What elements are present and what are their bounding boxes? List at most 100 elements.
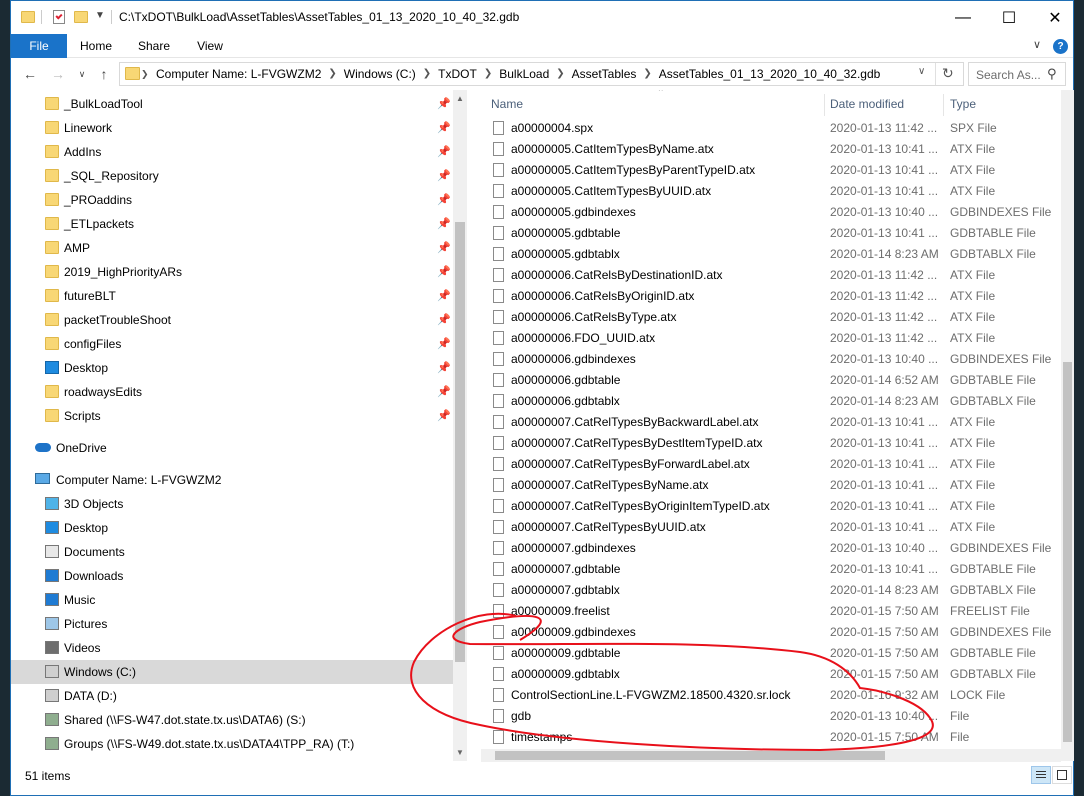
pin-icon[interactable]: 📌 — [437, 212, 451, 236]
breadcrumb-item[interactable]: TxDOT — [438, 63, 477, 85]
quick-access-item[interactable]: Linework 📌 — [11, 116, 453, 140]
quick-access-item[interactable]: futureBLT 📌 — [11, 284, 453, 308]
large-icons-view-icon[interactable] — [1052, 766, 1072, 784]
pin-icon[interactable]: 📌 — [437, 380, 451, 404]
quick-access-item[interactable]: Desktop 📌 — [11, 356, 453, 380]
pin-icon[interactable]: 📌 — [437, 356, 451, 380]
quick-access-item[interactable]: roadwaysEdits 📌 — [11, 380, 453, 404]
scrollbar-thumb[interactable] — [495, 751, 885, 760]
file-row[interactable]: a00000007.gdbindexes 2020-01-13 10:40 ..… — [481, 538, 1059, 559]
nav-this-pc[interactable]: Computer Name: L-FVGWZM2 — [11, 468, 453, 492]
file-row[interactable]: a00000006.CatRelsByType.atx 2020-01-13 1… — [481, 307, 1059, 328]
nav-pc-item[interactable]: Groups (\\FS-W49.dot.state.tx.us\DATA4\T… — [11, 732, 453, 756]
search-input[interactable]: Search As... ⚲ — [968, 62, 1066, 86]
forward-arrow-icon[interactable]: → — [47, 64, 69, 84]
expand-ribbon-icon[interactable]: ∨ — [1033, 38, 1041, 51]
tab-home[interactable]: Home — [73, 34, 119, 58]
quick-access-item[interactable]: Scripts 📌 — [11, 404, 453, 428]
chevron-right-icon[interactable]: ❯ — [484, 63, 492, 85]
file-row[interactable]: a00000007.gdbtable 2020-01-13 10:41 ... … — [481, 559, 1059, 580]
column-divider[interactable] — [824, 94, 825, 116]
file-row[interactable]: a00000006.gdbtable 2020-01-14 6:52 AM GD… — [481, 370, 1059, 391]
file-row[interactable]: gdb 2020-01-13 10:40 ... File — [481, 706, 1059, 727]
quick-access-item[interactable]: packetTroubleShoot 📌 — [11, 308, 453, 332]
file-row[interactable]: a00000007.CatRelTypesByUUID.atx 2020-01-… — [481, 517, 1059, 538]
column-header-type[interactable]: Type — [950, 90, 976, 118]
nav-pc-item[interactable]: Documents — [11, 540, 453, 564]
file-row[interactable]: a00000006.FDO_UUID.atx 2020-01-13 11:42 … — [481, 328, 1059, 349]
breadcrumb-item[interactable]: AssetTables_01_13_2020_10_40_32.gdb — [659, 63, 881, 85]
nav-scrollbar[interactable]: ▲ ▼ — [453, 90, 467, 761]
back-arrow-icon[interactable]: ← — [19, 64, 41, 84]
nav-pc-item[interactable]: 3D Objects — [11, 492, 453, 516]
nav-pc-item[interactable]: Downloads — [11, 564, 453, 588]
file-list-scrollbar[interactable] — [1061, 90, 1074, 761]
pin-icon[interactable]: 📌 — [437, 92, 451, 116]
file-row[interactable]: a00000007.CatRelTypesByOriginItemTypeID.… — [481, 496, 1059, 517]
maximize-button[interactable]: ☐ — [986, 1, 1032, 34]
nav-pc-item[interactable]: Videos — [11, 636, 453, 660]
close-button[interactable]: ✕ — [1032, 1, 1078, 34]
breadcrumb-item[interactable]: BulkLoad — [499, 63, 549, 85]
scrollbar-thumb[interactable] — [1063, 362, 1072, 742]
file-row[interactable]: a00000007.CatRelTypesByName.atx 2020-01-… — [481, 475, 1059, 496]
file-row[interactable]: a00000005.CatItemTypesByName.atx 2020-01… — [481, 139, 1059, 160]
new-folder-icon[interactable] — [73, 8, 89, 26]
file-row[interactable]: a00000005.gdbtable 2020-01-13 10:41 ... … — [481, 223, 1059, 244]
breadcrumb-item[interactable]: Windows (C:) — [344, 63, 416, 85]
address-bar[interactable]: ❯ Computer Name: L-FVGWZM2 ❯ Windows (C:… — [119, 62, 964, 86]
file-row[interactable]: a00000006.gdbindexes 2020-01-13 10:40 ..… — [481, 349, 1059, 370]
chevron-right-icon[interactable]: ❯ — [423, 63, 431, 85]
quick-access-dropdown-icon[interactable]: ▼ — [95, 10, 111, 28]
file-row[interactable]: a00000007.CatRelTypesByForwardLabel.atx … — [481, 454, 1059, 475]
quick-access-item[interactable]: _ETLpackets 📌 — [11, 212, 453, 236]
scrollbar-thumb[interactable] — [455, 222, 465, 662]
pin-icon[interactable]: 📌 — [437, 188, 451, 212]
horizontal-scrollbar[interactable] — [481, 749, 1061, 762]
tab-view[interactable]: View — [187, 34, 233, 58]
tab-file[interactable]: File — [11, 34, 67, 58]
pin-icon[interactable]: 📌 — [437, 140, 451, 164]
quick-access-item[interactable]: AddIns 📌 — [11, 140, 453, 164]
file-row[interactable]: a00000009.gdbtable 2020-01-15 7:50 AM GD… — [481, 643, 1059, 664]
nav-onedrive[interactable]: OneDrive — [11, 436, 453, 460]
chevron-right-icon[interactable]: ❯ — [556, 63, 564, 85]
file-row[interactable]: a00000007.gdbtablx 2020-01-14 8:23 AM GD… — [481, 580, 1059, 601]
minimize-button[interactable]: — — [940, 1, 986, 34]
column-divider[interactable] — [943, 94, 944, 116]
refresh-icon[interactable]: ↻ — [942, 65, 954, 82]
properties-icon[interactable] — [51, 8, 67, 26]
pin-icon[interactable]: 📌 — [437, 164, 451, 188]
chevron-right-icon[interactable]: ❯ — [643, 63, 651, 85]
tab-share[interactable]: Share — [131, 34, 177, 58]
file-row[interactable]: a00000009.freelist 2020-01-15 7:50 AM FR… — [481, 601, 1059, 622]
quick-access-item[interactable]: _SQL_Repository 📌 — [11, 164, 453, 188]
recent-locations-dropdown-icon[interactable]: ∨ — [71, 64, 93, 84]
details-view-icon[interactable] — [1031, 766, 1051, 784]
chevron-right-icon[interactable]: ❯ — [328, 63, 336, 85]
file-row[interactable]: a00000006.CatRelsByOriginID.atx 2020-01-… — [481, 286, 1059, 307]
nav-pc-item[interactable]: Music — [11, 588, 453, 612]
help-icon[interactable]: ? — [1053, 39, 1068, 54]
scroll-up-icon[interactable]: ▲ — [453, 92, 467, 106]
file-row[interactable]: timestamps 2020-01-15 7:50 AM File — [481, 727, 1059, 748]
file-row[interactable]: a00000007.CatRelTypesByBackwardLabel.atx… — [481, 412, 1059, 433]
file-row[interactable]: a00000005.gdbtablx 2020-01-14 8:23 AM GD… — [481, 244, 1059, 265]
file-row[interactable]: a00000005.CatItemTypesByUUID.atx 2020-01… — [481, 181, 1059, 202]
file-row[interactable]: a00000007.CatRelTypesByDestItemTypeID.at… — [481, 433, 1059, 454]
pin-icon[interactable]: 📌 — [437, 236, 451, 260]
address-dropdown-icon[interactable]: ∨ — [918, 66, 925, 77]
search-icon[interactable]: ⚲ — [1047, 66, 1057, 82]
pin-icon[interactable]: 📌 — [437, 260, 451, 284]
quick-access-item[interactable]: AMP 📌 — [11, 236, 453, 260]
scroll-down-icon[interactable]: ▼ — [453, 746, 467, 760]
pin-icon[interactable]: 📌 — [437, 332, 451, 356]
file-row[interactable]: ControlSectionLine.L-FVGWZM2.18500.4320.… — [481, 685, 1059, 706]
file-row[interactable]: a00000004.spx 2020-01-13 11:42 ... SPX F… — [481, 118, 1059, 139]
pin-icon[interactable]: 📌 — [437, 116, 451, 140]
breadcrumb-item[interactable]: Computer Name: L-FVGWZM2 — [156, 63, 321, 85]
quick-access-item[interactable]: _BulkLoadTool 📌 — [11, 92, 453, 116]
nav-pc-item[interactable]: Shared (\\FS-W47.dot.state.tx.us\DATA6) … — [11, 708, 453, 732]
file-row[interactable]: a00000005.gdbindexes 2020-01-13 10:40 ..… — [481, 202, 1059, 223]
pin-icon[interactable]: 📌 — [437, 308, 451, 332]
